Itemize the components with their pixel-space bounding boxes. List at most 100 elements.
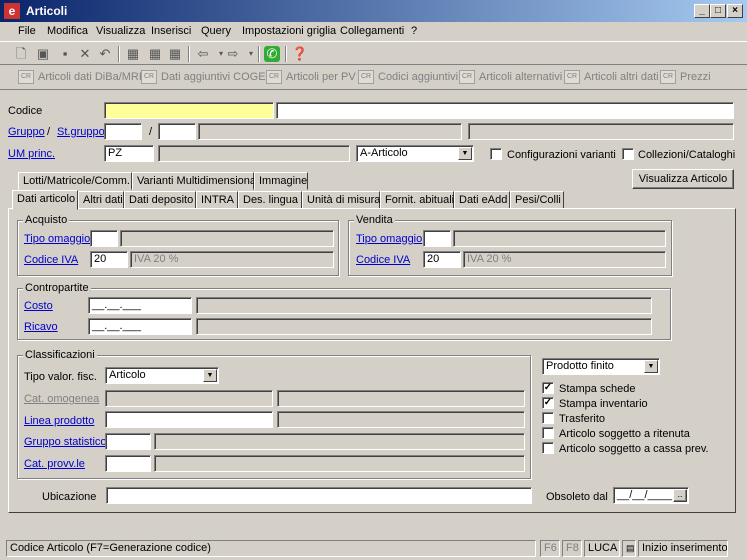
help-icon[interactable]: ❓ [291, 45, 309, 63]
chevron-down-icon[interactable]: ▼ [203, 369, 217, 382]
report-icon: CR [141, 70, 157, 84]
tab-lotti[interactable]: Lotti/Matricole/Comm. [18, 172, 132, 190]
tab-varianti[interactable]: Varianti Multidimensionali [132, 172, 261, 190]
costo-link[interactable]: Costo [24, 300, 53, 312]
ritenuta-label: Articolo soggetto a ritenuta [559, 428, 690, 440]
tipo-valor-select[interactable]: Articolo ▼ [105, 367, 219, 384]
prezzi-button[interactable]: CR Prezzi [660, 70, 711, 88]
delete-icon[interactable]: ✕ [76, 45, 94, 63]
menu-collegamenti[interactable]: Collegamenti [340, 25, 404, 37]
window-title: Articoli [26, 4, 68, 18]
report-icon: CR [18, 70, 34, 84]
cat-provv-input[interactable] [105, 455, 151, 472]
close-button[interactable]: × [727, 4, 743, 18]
um-princ-link[interactable]: UM princ. [8, 148, 55, 160]
codice-input[interactable] [104, 102, 274, 119]
grid-icon[interactable]: ▦ [124, 45, 142, 63]
vendita-title: Vendita [354, 214, 395, 226]
gruppo-link[interactable]: Gruppo [8, 126, 45, 138]
codici-aggiuntivi-button[interactable]: CR Codici aggiuntivi [358, 70, 458, 88]
acquisto-iva-input[interactable]: 20 [90, 251, 128, 268]
um-input[interactable]: PZ [104, 145, 154, 162]
stampa-inventario-label: Stampa inventario [559, 398, 648, 410]
menu-visualizza[interactable]: Visualizza [96, 25, 145, 37]
tab-pesi-colli[interactable]: Pesi/Colli [510, 191, 564, 209]
back-icon[interactable]: ⇦ [194, 45, 212, 63]
gruppo-statistico-desc [154, 433, 525, 450]
tipo-prodotto-select[interactable]: Prodotto finito ▼ [542, 358, 660, 375]
tab-unita-misura[interactable]: Unità di misura [302, 191, 380, 209]
collezioni-checkbox[interactable] [622, 148, 634, 160]
cassa-prev-label: Articolo soggetto a cassa prev. [559, 443, 709, 455]
menu-query[interactable]: Query [201, 25, 231, 37]
menu-file[interactable]: File [18, 25, 36, 37]
tab-dati-deposito[interactable]: Dati deposito [124, 191, 196, 209]
vendita-codice-iva-link[interactable]: Codice IVA [356, 254, 410, 266]
report-icon: CR [564, 70, 580, 84]
tab-dati-articolo[interactable]: Dati articolo [12, 190, 78, 210]
vendita-iva-desc: IVA 20 % [463, 251, 666, 268]
dati-coges-button[interactable]: CR Dati aggiuntivi COGES [141, 70, 273, 88]
maximize-button[interactable]: □ [710, 4, 726, 18]
vendita-tipo-omaggio-link[interactable]: Tipo omaggio [356, 233, 422, 245]
ritenuta-checkbox[interactable] [542, 427, 554, 439]
acquisto-tipo-omaggio-input[interactable] [90, 230, 118, 247]
chevron-down-icon[interactable]: ▼ [644, 360, 658, 373]
forward-icon[interactable]: ⇨ [224, 45, 242, 63]
chevron-down-icon[interactable]: ▼ [458, 147, 472, 160]
articoli-altri-dati-button[interactable]: CR Articoli altri dati [564, 70, 659, 88]
contropartite-title: Contropartite [23, 282, 91, 294]
gruppo-statistico-input[interactable] [105, 433, 151, 450]
tab-dati-eadd[interactable]: Dati eAdd [454, 191, 510, 209]
grid-edit-icon[interactable]: ▦ [146, 45, 164, 63]
articoli-diba-button[interactable]: CR Articoli dati DiBa/MRP [18, 70, 146, 88]
ricavo-link[interactable]: Ricavo [24, 321, 58, 333]
date-picker-button[interactable]: .. [673, 489, 687, 502]
edit-doc-icon[interactable]: ▣ [34, 45, 52, 63]
cat-provv-link[interactable]: Cat. provv.le [24, 458, 85, 470]
articoli-pv-button[interactable]: CR Articoli per PV [266, 70, 356, 88]
phone-icon[interactable]: ✆ [264, 46, 280, 62]
save-icon[interactable]: ▪ [56, 45, 74, 63]
stampa-inventario-checkbox[interactable]: ✓ [542, 397, 554, 409]
linea-prodotto-link[interactable]: Linea prodotto [24, 415, 94, 427]
stgruppo-link[interactable]: St.gruppo [57, 126, 105, 138]
ubicazione-input[interactable] [106, 487, 532, 504]
articoli-alternativi-button[interactable]: CR Articoli alternativi [459, 70, 562, 88]
menu-inserisci[interactable]: Inserisci [151, 25, 191, 37]
tab-intra[interactable]: INTRA [196, 191, 238, 209]
gruppo-statistico-link[interactable]: Gruppo statistico [24, 436, 107, 448]
stampa-schede-checkbox[interactable]: ✓ [542, 382, 554, 394]
tab-des-lingua[interactable]: Des. lingua [238, 191, 302, 209]
gruppo-input[interactable] [104, 123, 142, 140]
tab-altri-dati[interactable]: Altri dati [78, 191, 124, 209]
ricavo-input[interactable]: __.__.___ [88, 318, 192, 335]
trasferito-label: Trasferito [559, 413, 606, 425]
undo-icon[interactable]: ↶ [96, 45, 114, 63]
grid-delete-icon[interactable]: ▦ [166, 45, 184, 63]
tab-fornit-abituali[interactable]: Fornit. abituali [380, 191, 454, 209]
visualizza-articolo-button[interactable]: Visualizza Articolo [632, 169, 734, 189]
stgruppo-input[interactable] [158, 123, 196, 140]
new-doc-icon[interactable]: 🗋 [12, 45, 30, 63]
acquisto-codice-iva-link[interactable]: Codice IVA [24, 254, 78, 266]
document-icon: ▤ [622, 540, 636, 557]
config-varianti-checkbox[interactable] [490, 148, 502, 160]
vendita-tipo-omaggio-input[interactable] [423, 230, 451, 247]
trasferito-checkbox[interactable] [542, 412, 554, 424]
tab-immagine[interactable]: Immagine [254, 172, 308, 190]
menu-modifica[interactable]: Modifica [47, 25, 88, 37]
vendita-iva-input[interactable]: 20 [423, 251, 461, 268]
vendita-tipo-omaggio-desc [453, 230, 666, 247]
minimize-button[interactable]: _ [694, 4, 710, 18]
menu-help[interactable]: ? [411, 25, 417, 37]
acquisto-tipo-omaggio-link[interactable]: Tipo omaggio [24, 233, 90, 245]
linea-prodotto-input[interactable] [105, 411, 273, 428]
cassa-prev-checkbox[interactable] [542, 442, 554, 454]
codice-description-input[interactable] [276, 102, 734, 119]
tipo-articolo-select[interactable]: A-Articolo ▼ [356, 145, 474, 162]
report-icon: CR [266, 70, 282, 84]
menu-impostazioni-griglia[interactable]: Impostazioni griglia [242, 25, 336, 37]
costo-input[interactable]: __.__.___ [88, 297, 192, 314]
ubicazione-label: Ubicazione [42, 491, 97, 503]
